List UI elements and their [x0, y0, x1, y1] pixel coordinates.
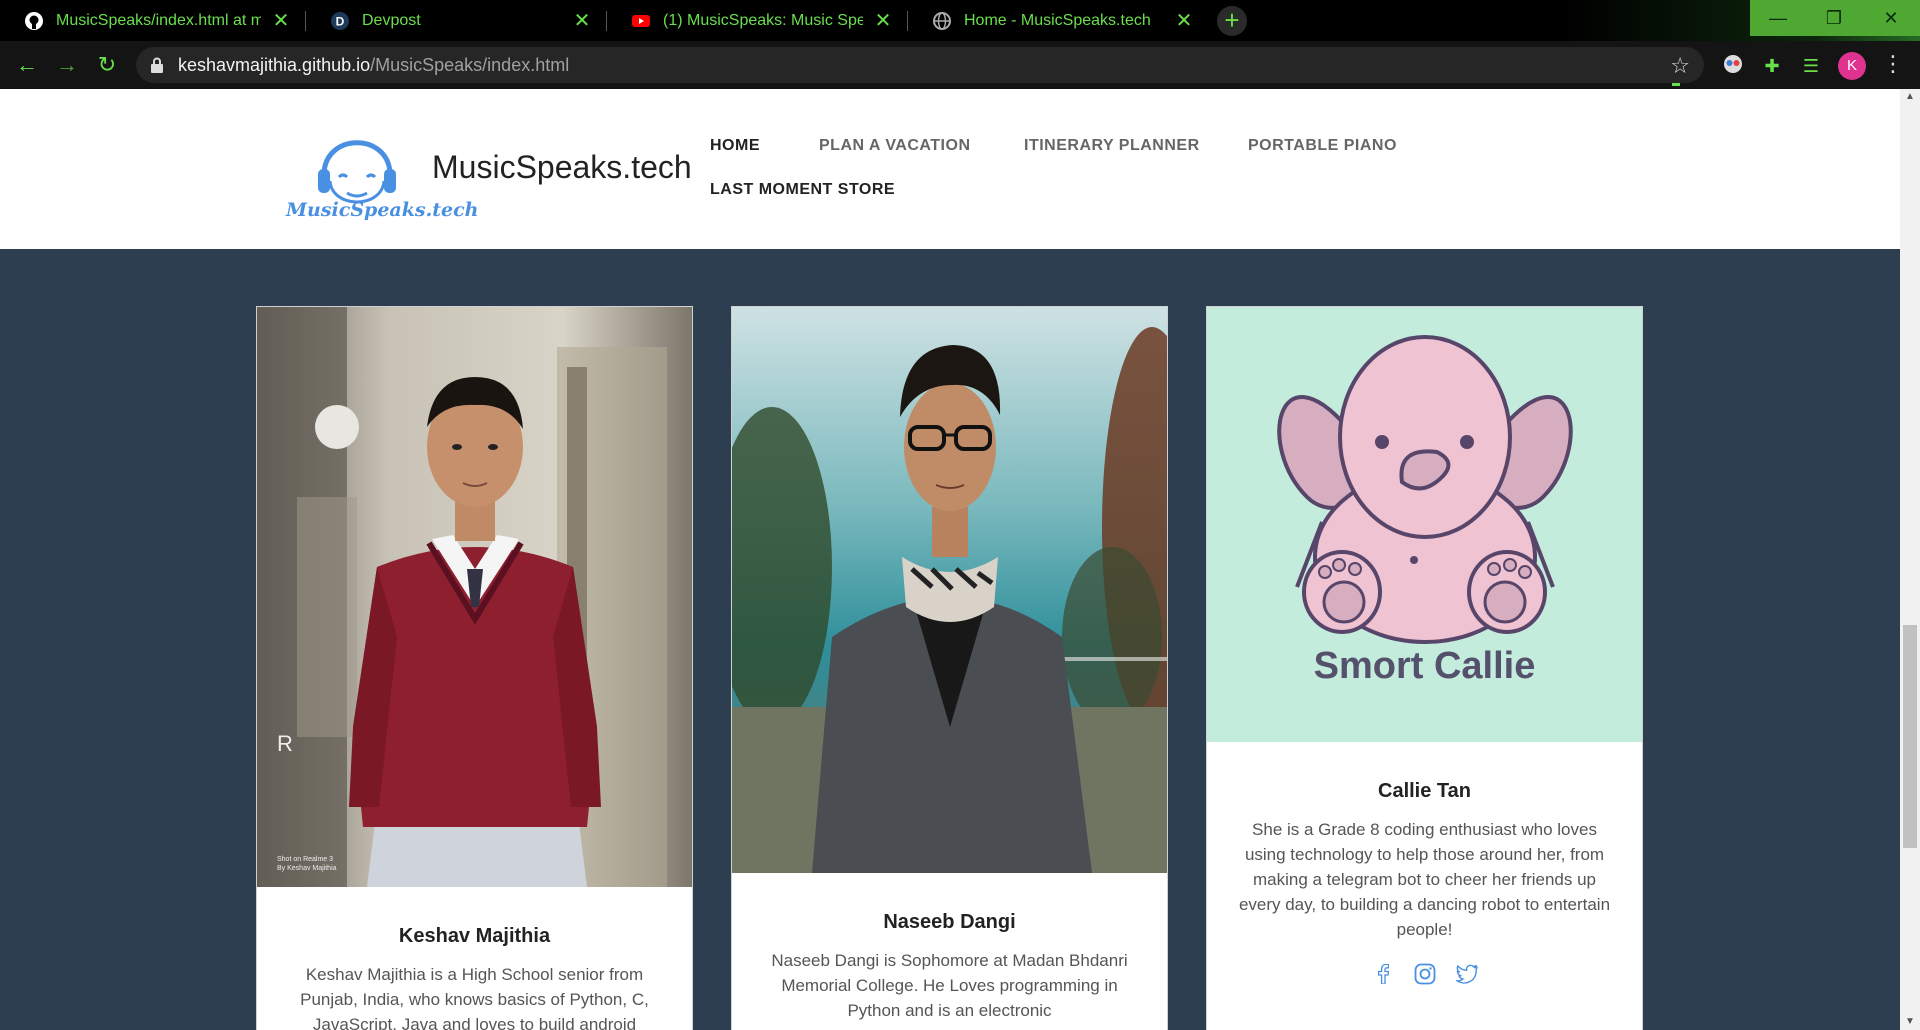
- team-photo: [732, 307, 1167, 873]
- url-host: keshavmajithia.github.io: [178, 54, 371, 75]
- facebook-icon[interactable]: [1371, 962, 1395, 986]
- close-icon[interactable]: ✕: [271, 8, 291, 33]
- tab-title: (1) MusicSpeaks: Music Speaks Lo: [663, 11, 863, 29]
- twitter-icon[interactable]: [1455, 962, 1479, 986]
- nav-portable-piano[interactable]: PORTABLE PIANO: [1248, 137, 1397, 155]
- github-icon: [24, 11, 44, 31]
- svg-text:R: R: [277, 731, 293, 756]
- tab-title: Devpost: [362, 11, 421, 29]
- loading-indicator: [1672, 83, 1680, 86]
- keshav-photo: R: [257, 307, 692, 887]
- social-links: [1207, 962, 1642, 986]
- team-member-name: Naseeb Dangi: [883, 911, 1016, 933]
- extension-icon[interactable]: [1720, 53, 1746, 79]
- nav-plan-a-vacation[interactable]: PLAN A VACATION: [819, 137, 971, 155]
- globe-icon: [932, 11, 952, 31]
- site-header: MusicSpeaks.tech MusicSpeaks.tech HOME P…: [0, 89, 1900, 249]
- back-button[interactable]: ←: [13, 51, 41, 79]
- scroll-down-arrow-icon[interactable]: ▼: [1900, 1014, 1920, 1030]
- youtube-icon: [631, 11, 651, 31]
- scroll-up-arrow-icon[interactable]: ▲: [1900, 89, 1920, 105]
- site-name[interactable]: MusicSpeaks.tech: [432, 149, 692, 186]
- image-caption: Smort Callie: [1313, 645, 1536, 687]
- team-member-name: Keshav Majithia: [398, 925, 551, 947]
- reload-button[interactable]: ↻: [93, 51, 121, 79]
- nav-itinerary-planner[interactable]: ITINERARY PLANNER: [1024, 137, 1200, 155]
- forward-button[interactable]: →: [53, 51, 81, 79]
- web-page: MusicSpeaks.tech MusicSpeaks.tech HOME P…: [0, 89, 1900, 1030]
- new-tab-button[interactable]: +: [1217, 6, 1247, 36]
- logo-text: MusicSpeaks.tech: [286, 199, 479, 221]
- tab-youtube[interactable]: (1) MusicSpeaks: Music Speaks Lo ✕: [607, 0, 907, 41]
- close-icon[interactable]: ✕: [873, 8, 893, 33]
- team-photo: R Shot on Realme 3 By Keshav Majithia: [257, 307, 692, 887]
- tab-github[interactable]: MusicSpeaks/index.html at master ✕: [0, 0, 305, 41]
- team-member-name: Callie Tan: [1378, 780, 1471, 802]
- lock-icon: [151, 57, 163, 73]
- minimize-button[interactable]: —: [1750, 0, 1806, 36]
- address-bar[interactable]: keshavmajithia.github.io/MusicSpeaks/ind…: [136, 47, 1704, 83]
- team-member-bio: Naseeb Dangi is Sophomore at Madan Bhdan…: [771, 951, 1128, 1020]
- team-member-bio: She is a Grade 8 coding enthusiast who l…: [1238, 820, 1611, 939]
- media-queue-icon[interactable]: ☰: [1798, 53, 1824, 79]
- nav-last-moment-store[interactable]: LAST MOMENT STORE: [710, 181, 895, 199]
- tab-musicspeaks[interactable]: Home - MusicSpeaks.tech ✕: [908, 0, 1208, 41]
- team-card: Smort Callie Callie Tan She is a Grade 8…: [1206, 306, 1643, 1030]
- scrollbar-thumb[interactable]: [1903, 625, 1917, 848]
- team-photo: Smort Callie: [1207, 307, 1642, 742]
- bookmark-star-icon[interactable]: ☆: [1670, 53, 1690, 79]
- tab-devpost[interactable]: D Devpost ✕: [306, 0, 606, 41]
- profile-avatar[interactable]: K: [1838, 52, 1866, 80]
- photo-watermark: Shot on Realme 3 By Keshav Majithia: [277, 855, 337, 873]
- naseeb-photo: [732, 307, 1167, 873]
- tab-title: Home - MusicSpeaks.tech: [964, 11, 1151, 29]
- close-icon[interactable]: ✕: [1174, 8, 1194, 33]
- restore-button[interactable]: ❐: [1806, 0, 1862, 36]
- elephant-illustration-icon: [1277, 335, 1573, 644]
- close-window-button[interactable]: ✕: [1862, 0, 1920, 36]
- browser-toolbar: ← → ↻ keshavmajithia.github.io/MusicSpea…: [0, 41, 1920, 89]
- devpost-icon: D: [330, 11, 350, 31]
- puzzle-extensions-icon[interactable]: ✚: [1759, 53, 1785, 79]
- svg-text:D: D: [336, 14, 345, 28]
- instagram-icon[interactable]: [1413, 962, 1437, 986]
- watermark-line: By Keshav Majithia: [277, 865, 337, 872]
- team-card: R Shot on Realme 3 By Keshav Majithia Ke…: [256, 306, 693, 1030]
- page-scrollbar[interactable]: ▲ ▼: [1900, 89, 1920, 1030]
- close-icon[interactable]: ✕: [572, 8, 592, 33]
- watermark-line: Shot on Realme 3: [277, 856, 334, 863]
- browser-menu-icon[interactable]: ⋮: [1882, 51, 1904, 77]
- nav-home[interactable]: HOME: [710, 137, 760, 155]
- team-card: Naseeb Dangi Naseeb Dangi is Sophomore a…: [731, 306, 1168, 1030]
- team-member-bio: Keshav Majithia is a High School senior …: [300, 965, 649, 1030]
- tab-title: MusicSpeaks/index.html at master: [56, 11, 261, 29]
- browser-tabbar: MusicSpeaks/index.html at master ✕ D Dev…: [0, 0, 1920, 41]
- url-path: /MusicSpeaks/index.html: [370, 54, 570, 75]
